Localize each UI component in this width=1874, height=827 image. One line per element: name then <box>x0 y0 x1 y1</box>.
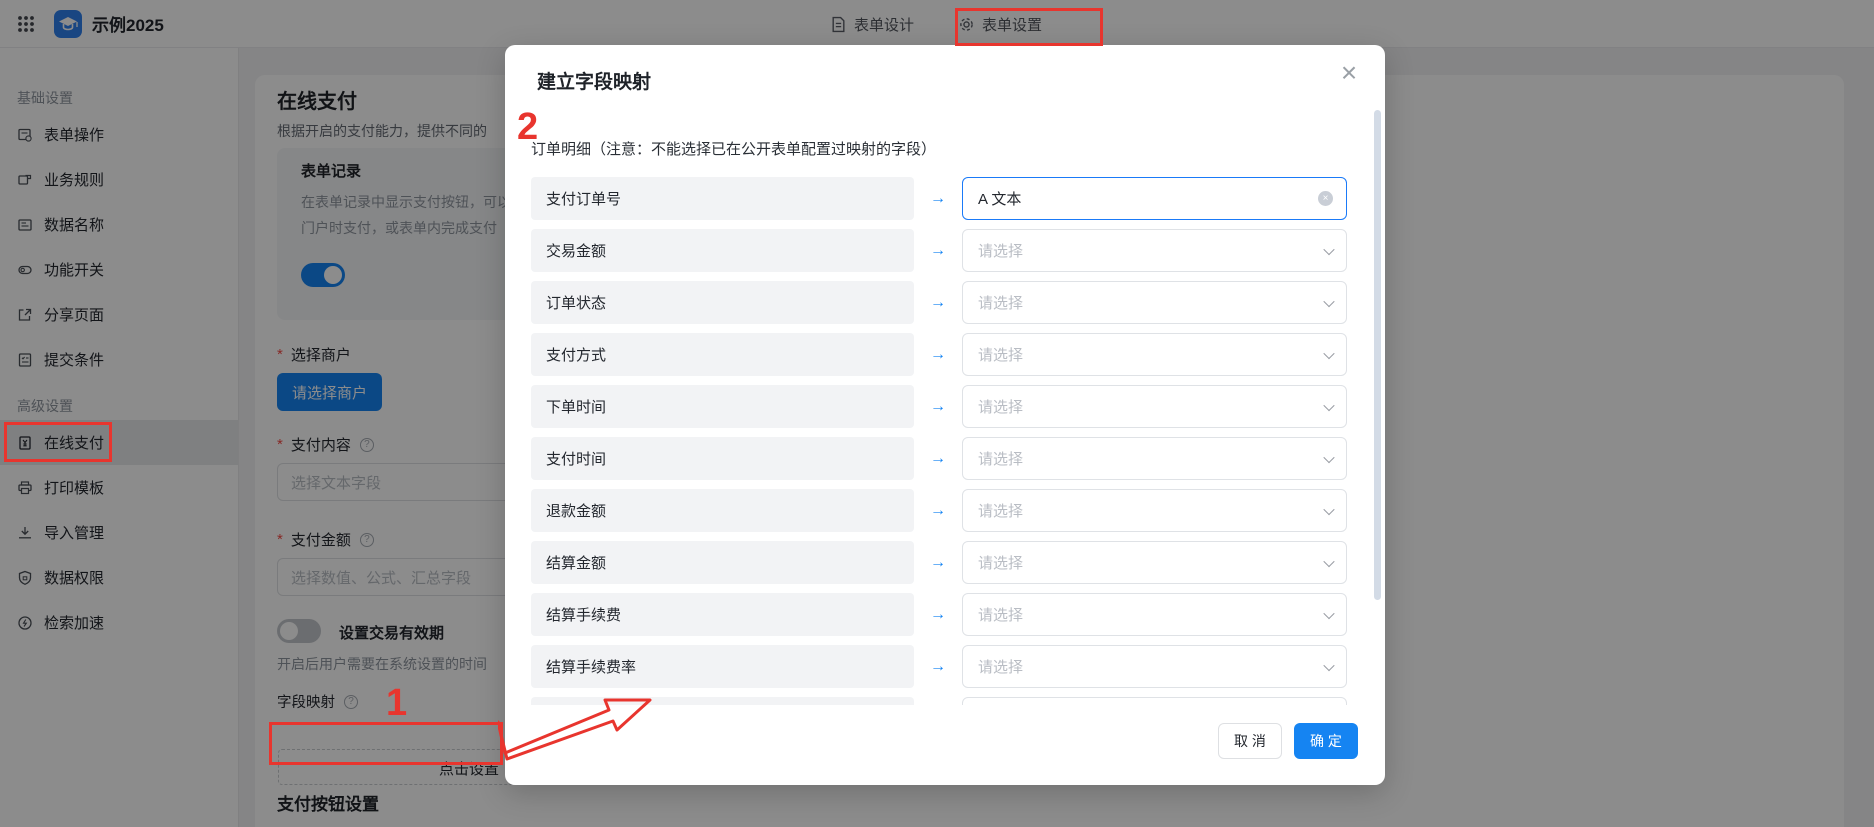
modal-scrollbar-thumb[interactable] <box>1374 110 1381 600</box>
mapping-row: 订单状态 → 请选择 <box>531 281 1347 324</box>
mapping-source-field: 结算金额 <box>531 541 914 584</box>
mapping-target-select[interactable]: 请选择 <box>962 333 1347 376</box>
annotation-step-1: 1 <box>386 684 407 722</box>
arrow-right-icon: → <box>914 229 962 272</box>
chevron-down-icon <box>1323 451 1334 462</box>
mapping-row: 支付时间 → 请选择 <box>531 437 1347 480</box>
mapping-source-field: 支付时间 <box>531 437 914 480</box>
chevron-down-icon <box>1323 555 1334 566</box>
arrow-right-icon: → <box>914 281 962 324</box>
mapping-target-select[interactable]: 请选择 <box>962 437 1347 480</box>
chevron-down-icon <box>1323 243 1334 254</box>
confirm-button[interactable]: 确 定 <box>1294 723 1358 759</box>
arrow-right-icon: → <box>914 437 962 480</box>
annotation-arrow <box>498 688 658 768</box>
mapping-target-select[interactable]: A 文本 × <box>962 177 1347 220</box>
mapping-row: 结算金额 → 请选择 <box>531 541 1347 584</box>
close-icon[interactable]: × <box>1333 57 1365 89</box>
mapping-source-field: 交易金额 <box>531 229 914 272</box>
arrow-right-icon: → <box>914 645 962 688</box>
chevron-down-icon <box>1323 399 1334 410</box>
arrow-right-icon: → <box>914 541 962 584</box>
chevron-down-icon <box>1323 659 1334 670</box>
mapping-source-field: 订单状态 <box>531 281 914 324</box>
arrow-right-icon: → <box>914 385 962 428</box>
annotation-step-2: 2 <box>517 108 538 146</box>
modal-subtitle: 订单明细（注意：不能选择已在公开表单配置过映射的字段） <box>531 138 936 159</box>
annotation-box-online-payment-item <box>4 422 112 462</box>
mapping-target-select[interactable]: 请选择 <box>962 645 1347 688</box>
mapping-row: 结算手续费率 → 请选择 <box>531 645 1347 688</box>
mapping-source-field: 结算手续费 <box>531 593 914 636</box>
modal-title: 建立字段映射 <box>537 67 651 94</box>
arrow-right-icon: → <box>914 333 962 376</box>
chevron-down-icon <box>1323 503 1334 514</box>
arrow-right-icon: → <box>914 593 962 636</box>
mapping-row: 支付方式 → 请选择 <box>531 333 1347 376</box>
mapping-source-field: 支付方式 <box>531 333 914 376</box>
mapping-source-field: 退款金额 <box>531 489 914 532</box>
mapping-rows: 支付订单号 → A 文本 × 交易金额 → 请选择 订单状态 → 请选择 支付 <box>531 177 1347 705</box>
annotation-box-click-setup <box>269 722 503 765</box>
clear-icon[interactable]: × <box>1318 191 1333 206</box>
mapping-row: 退款金额 → 请选择 <box>531 489 1347 532</box>
field-mapping-modal: 建立字段映射 × 订单明细（注意：不能选择已在公开表单配置过映射的字段） 支付订… <box>505 45 1385 785</box>
mapping-source-field: 下单时间 <box>531 385 914 428</box>
mapping-target-select[interactable]: 请选择 <box>962 229 1347 272</box>
mapping-target-select[interactable]: 请选择 <box>962 281 1347 324</box>
chevron-down-icon <box>1323 607 1334 618</box>
mapping-target-select[interactable]: 请选择 <box>962 489 1347 532</box>
cancel-button[interactable]: 取 消 <box>1218 723 1282 759</box>
arrow-right-icon <box>914 697 962 705</box>
chevron-down-icon <box>1323 295 1334 306</box>
annotation-box-form-settings-tab <box>955 8 1103 46</box>
mapping-target-select[interactable]: 请选择 <box>962 385 1347 428</box>
mapping-target-select[interactable]: 请选择 <box>962 541 1347 584</box>
mapping-row: 交易金额 → 请选择 <box>531 229 1347 272</box>
chevron-down-icon <box>1323 347 1334 358</box>
arrow-right-icon: → <box>914 489 962 532</box>
mapping-row: 结算手续费 → 请选择 <box>531 593 1347 636</box>
mapping-row: 支付订单号 → A 文本 × <box>531 177 1347 220</box>
mapping-target-select[interactable] <box>962 697 1347 705</box>
arrow-right-icon: → <box>914 177 962 220</box>
mapping-source-field: 结算手续费率 <box>531 645 914 688</box>
mapping-row: 下单时间 → 请选择 <box>531 385 1347 428</box>
mapping-source-field: 支付订单号 <box>531 177 914 220</box>
mapping-target-select[interactable]: 请选择 <box>962 593 1347 636</box>
